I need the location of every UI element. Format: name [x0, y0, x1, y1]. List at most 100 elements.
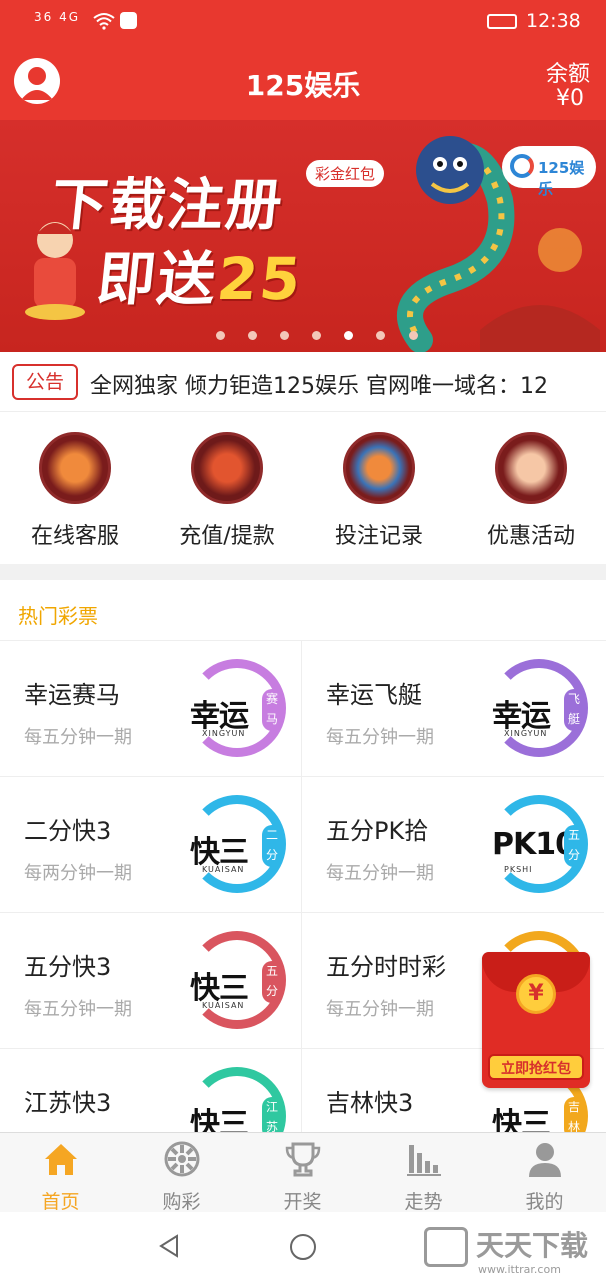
back-icon[interactable]	[155, 1232, 183, 1260]
dragon-emblem-icon	[191, 432, 263, 504]
notification-icon	[120, 12, 137, 29]
carousel-dot[interactable]	[280, 331, 290, 340]
lottery-card-2min-k3[interactable]: 二分快3 每两分钟一期 快三 KUAISAN 二分	[0, 777, 302, 913]
logo-sub-text: XINGYUN	[202, 729, 246, 738]
quick-item-label: 优惠活动	[486, 524, 575, 549]
bottom-tab-bar: 首页 购彩 开奖 走势 我的	[0, 1132, 606, 1213]
quick-item-promotions[interactable]: 优惠活动	[456, 432, 606, 550]
balance-label: 余额	[545, 62, 590, 87]
logo-sub-text: KUAISAN	[202, 1001, 245, 1010]
lottery-period: 每五分钟一期	[24, 999, 132, 1020]
banner-subheadline: 即送25	[93, 245, 306, 313]
quick-item-deposit-withdraw[interactable]: 充值/提款	[152, 432, 302, 550]
lottery-logo: 快三 KUAISAN 五分	[188, 931, 286, 1029]
logo-badge: 五分	[262, 961, 282, 1003]
lottery-period: 每两分钟一期	[24, 863, 132, 884]
carousel-dot[interactable]	[376, 331, 386, 340]
announcement-text: 全网独家 倾力钜造125娱乐 官网唯一域名：12	[90, 374, 548, 399]
brand-logo-icon	[510, 154, 534, 178]
red-packet-float[interactable]: ¥ 立即抢红包	[482, 952, 590, 1088]
battery-icon	[487, 14, 517, 29]
tab-label: 开奖	[283, 1191, 322, 1213]
watermark-text: 天天下载	[476, 1229, 589, 1262]
logo-main-text: PK10	[492, 827, 576, 862]
watermark: 天天下载 www.ittrar.com	[424, 1224, 602, 1276]
announcement-bar[interactable]: 公告 全网独家 倾力钜造125娱乐 官网唯一域名：12	[0, 352, 606, 412]
lottery-name: 五分快3	[24, 953, 112, 981]
tab-label: 我的	[525, 1191, 564, 1213]
lottery-name: 二分快3	[24, 817, 112, 845]
logo-badge: 飞艇	[564, 689, 584, 731]
lottery-logo: PK10 PKSHI 五分	[490, 795, 588, 893]
trophy-icon	[285, 1142, 320, 1177]
clock: 12:38	[526, 10, 581, 32]
grab-red-packet-button[interactable]: 立即抢红包	[488, 1054, 584, 1080]
logo-badge: 五分	[564, 825, 584, 867]
promo-banner[interactable]: 下载注册 即送25 彩金红包 125娱乐	[0, 120, 606, 352]
lottery-period: 每五分钟一期	[326, 863, 434, 884]
quick-item-label: 在线客服	[30, 524, 119, 549]
lottery-card-5min-k3[interactable]: 五分快3 每五分钟一期 快三 KUAISAN 五分	[0, 913, 302, 1049]
coin-icon: ¥	[516, 974, 556, 1014]
lottery-period: 每五分钟一期	[326, 727, 434, 748]
logo-badge: 二分	[262, 825, 282, 867]
tab-label: 购彩	[162, 1191, 201, 1213]
tab-home[interactable]: 首页	[0, 1133, 121, 1213]
lottery-logo: 幸运 XINGYUN 飞艇	[490, 659, 588, 757]
lottery-name: 五分PK拾	[326, 817, 429, 845]
home-icon	[44, 1144, 77, 1175]
lottery-name: 吉林快3	[326, 1089, 414, 1117]
lottery-grid: 幸运赛马 每五分钟一期 幸运 XINGYUN 赛马 幸运飞艇 每五分钟一期 幸运…	[0, 640, 606, 1185]
quick-item-customer-service[interactable]: 在线客服	[0, 432, 150, 550]
bar-chart-icon	[406, 1145, 441, 1176]
lottery-card-5min-pk10[interactable]: 五分PK拾 每五分钟一期 PK10 PKSHI 五分	[302, 777, 604, 913]
tab-buy-lottery[interactable]: 购彩	[121, 1133, 242, 1213]
lottery-logo: 幸运 XINGYUN 赛马	[188, 659, 286, 757]
quick-menu: 在线客服 充值/提款 投注记录 优惠活动	[0, 412, 606, 564]
watermark-logo-icon	[424, 1227, 468, 1267]
announcement-tag: 公告	[12, 364, 78, 400]
lottery-name: 江苏快3	[24, 1089, 112, 1117]
status-bar: 36 4G 12:38	[0, 0, 606, 44]
tab-label: 首页	[41, 1191, 80, 1213]
tab-label: 走势	[404, 1191, 443, 1213]
page-title: 125娱乐	[245, 69, 361, 102]
balance-value: ¥0	[556, 86, 584, 111]
lottery-period: 每五分钟一期	[24, 727, 132, 748]
carousel-dot[interactable]	[312, 331, 322, 340]
user-icon	[528, 1143, 561, 1177]
lottery-name: 五分时时彩	[326, 953, 446, 981]
quick-item-bet-history[interactable]: 投注记录	[304, 432, 454, 550]
banner-headline: 下载注册	[48, 173, 287, 238]
quick-item-label: 充值/提款	[179, 524, 275, 549]
carousel-dot[interactable]	[248, 331, 258, 340]
carousel-dot[interactable]	[216, 331, 225, 340]
carousel-dot-active[interactable]	[344, 331, 354, 340]
horse-emblem-icon	[39, 432, 111, 504]
logo-sub-text: KUAISAN	[202, 865, 245, 874]
banner-badge: 彩金红包	[306, 160, 385, 187]
lottery-card-lucky-horse[interactable]: 幸运赛马 每五分钟一期 幸运 XINGYUN 赛马	[0, 641, 302, 777]
lottery-card-lucky-airship[interactable]: 幸运飞艇 每五分钟一期 幸运 XINGYUN 飞艇	[302, 641, 604, 777]
lottery-wheel-icon	[164, 1141, 199, 1177]
tab-profile[interactable]: 我的	[484, 1133, 605, 1213]
carousel-indicator	[216, 325, 436, 344]
wifi-icon	[93, 13, 115, 30]
lottery-period: 每五分钟一期	[326, 999, 434, 1020]
tab-results[interactable]: 开奖	[242, 1133, 363, 1213]
logo-badge: 赛马	[262, 689, 282, 731]
quick-item-label: 投注记录	[334, 524, 423, 549]
home-circle-icon[interactable]	[288, 1232, 318, 1262]
lottery-name: 幸运赛马	[24, 681, 120, 709]
brand-logo: 125娱乐	[502, 146, 596, 198]
section-title: 热门彩票	[18, 604, 98, 628]
app-header: 125娱乐 余额 ¥0	[0, 44, 606, 120]
tab-trends[interactable]: 走势	[363, 1133, 484, 1213]
logo-sub-text: PKSHI	[504, 865, 533, 874]
carousel-dot[interactable]	[408, 331, 418, 340]
lottery-name: 幸运飞艇	[326, 681, 422, 709]
signal-indicator: 36 4G	[34, 10, 81, 24]
fish-emblem-icon	[343, 432, 415, 504]
lottery-logo: 快三 KUAISAN 二分	[188, 795, 286, 893]
logo-sub-text: XINGYUN	[504, 729, 548, 738]
